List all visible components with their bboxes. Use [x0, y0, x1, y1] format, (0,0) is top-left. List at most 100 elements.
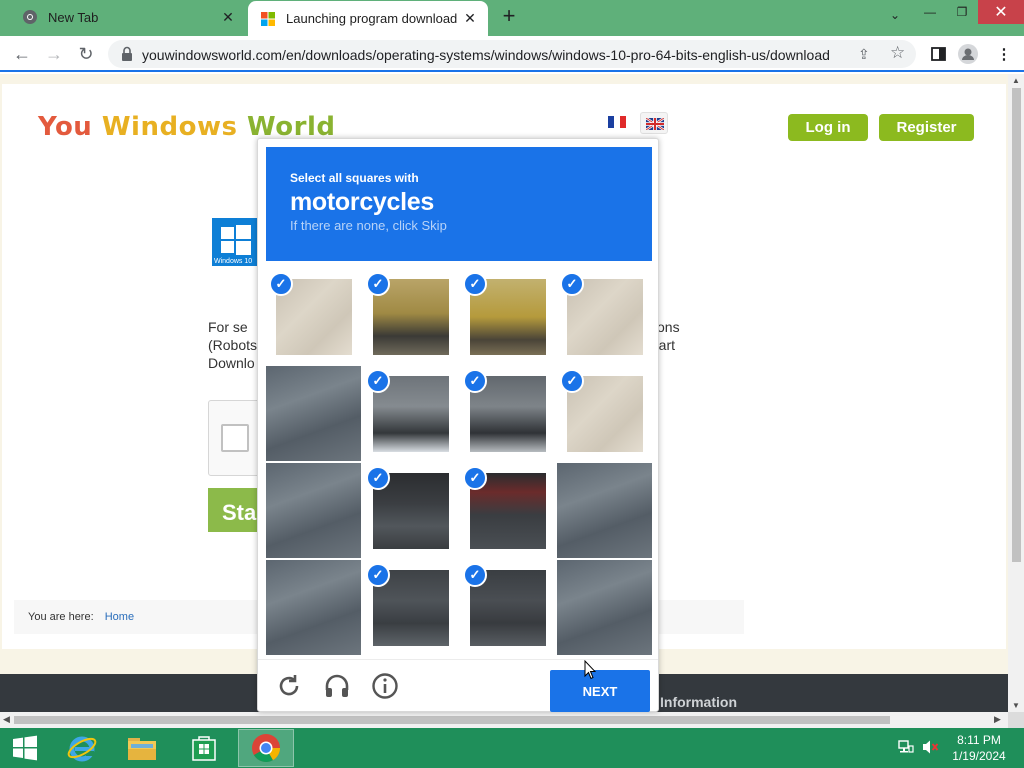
scroll-down-icon[interactable]: ▼	[1012, 701, 1020, 710]
next-button[interactable]: NEXT	[550, 670, 650, 712]
scroll-left-icon[interactable]: ◀	[3, 714, 10, 725]
body-text-line: art	[658, 337, 675, 353]
url-text: youwindowsworld.com/en/downloads/operati…	[142, 47, 830, 63]
captcha-tile[interactable]: ✓	[460, 463, 555, 558]
captcha-prompt-header: Select all squares with motorcycles If t…	[266, 147, 652, 261]
login-button[interactable]: Log in	[788, 114, 868, 141]
internet-explorer-icon	[67, 736, 97, 762]
body-text-line: ons	[657, 319, 680, 335]
breadcrumb-prefix: You are here:	[28, 611, 94, 623]
folder-icon	[128, 738, 156, 760]
windows-start-icon	[13, 735, 37, 761]
footer-heading: Information	[660, 694, 737, 710]
body-text-line: For se	[208, 319, 248, 335]
captcha-tile[interactable]: ✓	[557, 463, 652, 558]
volume-muted-icon[interactable]	[922, 739, 940, 755]
captcha-footer: NEXT	[258, 659, 658, 712]
breadcrumb-home-link[interactable]: Home	[105, 611, 134, 623]
browser-toolbar: ← → ↻ youwindowsworld.com/en/downloads/o…	[0, 36, 1024, 72]
taskbar-internet-explorer[interactable]	[54, 729, 110, 767]
checkmark-icon: ✓	[269, 272, 293, 296]
window-controls: — ❐ ✕	[914, 0, 1024, 30]
taskbar-clock[interactable]: 8:11 PM 1/19/2024	[944, 732, 1014, 764]
tab-title: New Tab	[48, 9, 99, 25]
profile-avatar-icon[interactable]	[958, 44, 978, 64]
captcha-tile-image	[266, 560, 361, 655]
captcha-tile[interactable]: ✓	[557, 366, 652, 461]
minimize-icon[interactable]: —	[914, 0, 946, 24]
back-arrow-icon[interactable]: ←	[10, 42, 34, 66]
captcha-checkbox[interactable]	[221, 424, 249, 452]
clock-time: 8:11 PM	[957, 733, 1001, 747]
captcha-tile[interactable]: ✓	[460, 560, 555, 655]
captcha-tile[interactable]: ✓	[460, 366, 555, 461]
close-tab-icon[interactable]: ✕	[218, 7, 238, 27]
taskbar-store[interactable]	[176, 729, 232, 767]
address-bar[interactable]: youwindowsworld.com/en/downloads/operati…	[108, 40, 916, 68]
network-icon[interactable]	[898, 739, 914, 755]
info-icon[interactable]	[370, 671, 400, 701]
refresh-icon[interactable]	[274, 671, 304, 701]
vertical-scroll-thumb[interactable]	[1012, 88, 1021, 562]
captcha-tile[interactable]: ✓	[363, 269, 458, 364]
captcha-hint: If there are none, click Skip	[290, 218, 447, 233]
checkmark-icon: ✓	[366, 563, 390, 587]
captcha-tile[interactable]: ✓	[266, 269, 361, 364]
taskbar-chrome[interactable]	[238, 729, 294, 767]
checkmark-icon: ✓	[463, 466, 487, 490]
captcha-tile[interactable]: ✓	[363, 560, 458, 655]
new-tab-button[interactable]: +	[498, 5, 520, 28]
captcha-tile-image	[557, 463, 652, 558]
captcha-challenge-dialog: Select all squares with motorcycles If t…	[257, 138, 659, 712]
clock-date: 1/19/2024	[952, 749, 1006, 763]
bookmark-star-icon[interactable]: ☆	[890, 43, 905, 63]
tab-new-tab[interactable]: New Tab ✕	[6, 0, 246, 34]
window-close-icon[interactable]: ✕	[978, 0, 1024, 24]
lock-icon	[122, 46, 132, 61]
captcha-tile[interactable]: ✓	[363, 366, 458, 461]
captcha-tile[interactable]: ✓	[266, 463, 361, 558]
body-text-left: For se (Robots Downlo	[208, 318, 257, 372]
close-tab-icon[interactable]: ✕	[460, 9, 480, 29]
share-icon[interactable]: ⇪	[858, 46, 870, 63]
windows-favicon-icon	[261, 11, 275, 26]
taskbar-file-explorer[interactable]	[114, 729, 170, 767]
restore-icon[interactable]: ❐	[946, 0, 978, 24]
tab-title: Launching program download Windows	[286, 11, 460, 26]
horizontal-scroll-thumb[interactable]	[14, 716, 890, 724]
french-flag-icon[interactable]	[608, 116, 626, 128]
captcha-tile[interactable]: ✓	[557, 560, 652, 655]
audio-challenge-headphones-icon[interactable]	[322, 671, 352, 701]
scroll-up-icon[interactable]: ▲	[1012, 76, 1020, 85]
register-button[interactable]: Register	[879, 114, 974, 141]
tab-search-chevron-icon[interactable]: ⌄	[890, 8, 900, 22]
scroll-right-icon[interactable]: ▶	[994, 714, 1001, 725]
horizontal-scrollbar[interactable]: ◀ ▶	[0, 712, 1008, 728]
english-flag-icon[interactable]	[640, 112, 668, 134]
windows-taskbar: 8:11 PM 1/19/2024	[0, 728, 1024, 768]
body-text-line: Downlo	[208, 355, 255, 371]
kebab-menu-icon[interactable]: ⋮	[994, 44, 1014, 64]
side-panel-icon[interactable]	[928, 44, 948, 64]
captcha-tile[interactable]: ✓	[460, 269, 555, 364]
checkmark-icon: ✓	[366, 272, 390, 296]
reload-icon[interactable]: ↻	[74, 42, 98, 66]
captcha-target-word: motorcycles	[290, 188, 434, 216]
captcha-tile[interactable]: ✓	[266, 560, 361, 655]
start-button[interactable]	[0, 729, 50, 767]
captcha-image-grid: ✓✓✓✓✓✓✓✓✓✓✓✓✓✓✓✓	[266, 269, 652, 655]
logo-word: You	[38, 112, 93, 142]
checkmark-icon: ✓	[463, 369, 487, 393]
checkmark-icon: ✓	[463, 563, 487, 587]
mouse-cursor-icon	[584, 660, 596, 680]
forward-arrow-icon[interactable]: →	[42, 42, 66, 66]
captcha-tile[interactable]: ✓	[266, 366, 361, 461]
tab-launching-program[interactable]: Launching program download Windows ✕	[248, 1, 488, 36]
checkmark-icon: ✓	[560, 272, 584, 296]
checkmark-icon: ✓	[366, 466, 390, 490]
windows-logo-caption: Windows 10	[214, 258, 253, 265]
vertical-scrollbar[interactable]: ▲ ▼	[1008, 74, 1024, 712]
captcha-tile[interactable]: ✓	[557, 269, 652, 364]
captcha-tile[interactable]: ✓	[363, 463, 458, 558]
tab-strip: New Tab ✕ Launching program download Win…	[0, 0, 1024, 36]
